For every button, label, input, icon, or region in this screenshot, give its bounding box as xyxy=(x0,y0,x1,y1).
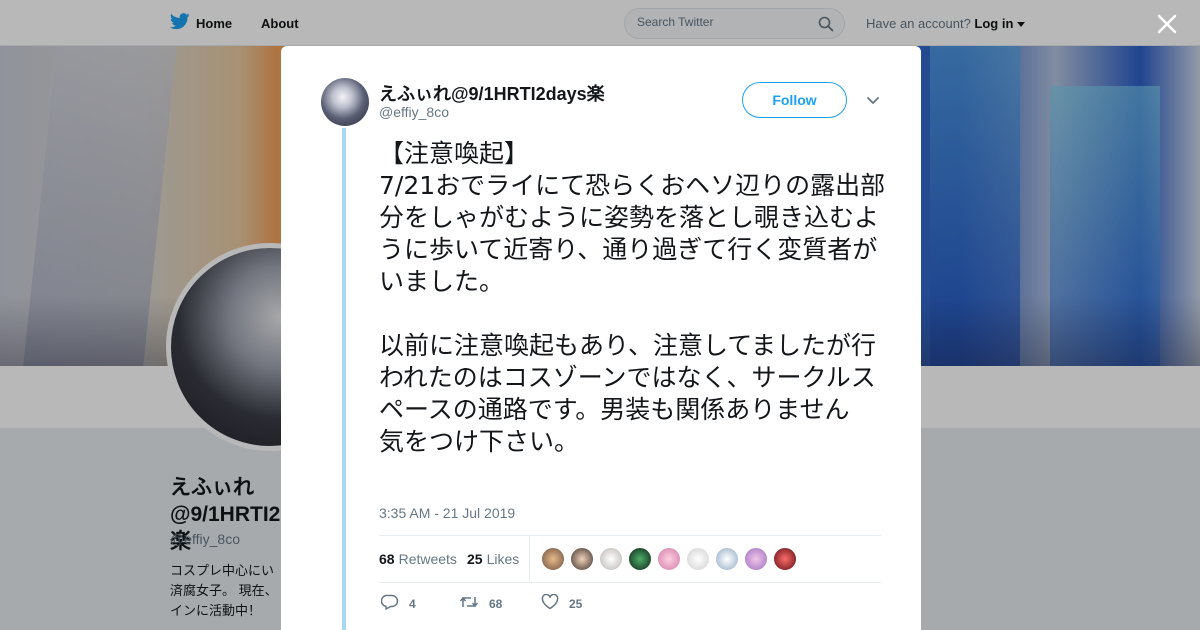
reply-count: 4 xyxy=(409,596,416,611)
liker-avatar[interactable] xyxy=(773,547,797,571)
reply-icon xyxy=(380,594,399,613)
liker-avatar[interactable] xyxy=(715,547,739,571)
tweet-stats: 68 Retweets 25 Likes xyxy=(379,535,881,583)
tweet-text: 【注意喚起】 7/21おでライにて恐らくおヘソ辺りの露出部分をしゃがむように姿勢… xyxy=(379,139,886,456)
likes-stat[interactable]: 25 Likes xyxy=(467,551,519,567)
liker-avatar[interactable] xyxy=(628,547,652,571)
reply-button[interactable]: 4 xyxy=(380,594,416,613)
stats-divider xyxy=(529,536,530,582)
close-icon[interactable] xyxy=(1155,12,1179,36)
chevron-down-icon[interactable] xyxy=(865,94,881,106)
thread-line xyxy=(342,128,346,630)
like-count: 25 xyxy=(569,596,583,611)
likers-avatars xyxy=(541,547,797,571)
liker-avatar[interactable] xyxy=(541,547,565,571)
likes-count: 25 xyxy=(467,551,483,567)
retweet-button[interactable]: 68 xyxy=(459,594,502,613)
retweets-count: 68 xyxy=(379,551,395,567)
author-avatar[interactable] xyxy=(321,78,369,126)
liker-avatar[interactable] xyxy=(686,547,710,571)
retweet-count: 68 xyxy=(489,596,503,611)
author-name[interactable]: えふぃれ@9/1HRTI2days楽 xyxy=(379,80,605,106)
retweets-stat[interactable]: 68 Retweets xyxy=(379,551,457,567)
retweets-label: Retweets xyxy=(398,551,457,567)
tweet-modal: えふぃれ@9/1HRTI2days楽 @effiy_8co Follow 【注意… xyxy=(281,46,921,630)
follow-button[interactable]: Follow xyxy=(742,82,847,118)
liker-avatar[interactable] xyxy=(599,547,623,571)
tweet-timestamp[interactable]: 3:35 AM - 21 Jul 2019 xyxy=(379,505,515,521)
likes-label: Likes xyxy=(486,551,520,567)
liker-avatar[interactable] xyxy=(744,547,768,571)
tweet-actions: 4 68 25 xyxy=(380,593,881,616)
retweet-icon xyxy=(459,594,479,613)
like-button[interactable]: 25 xyxy=(541,593,583,613)
author-handle[interactable]: @effiy_8co xyxy=(379,104,449,120)
liker-avatar[interactable] xyxy=(657,547,681,571)
heart-icon xyxy=(541,593,559,613)
liker-avatar[interactable] xyxy=(570,547,594,571)
